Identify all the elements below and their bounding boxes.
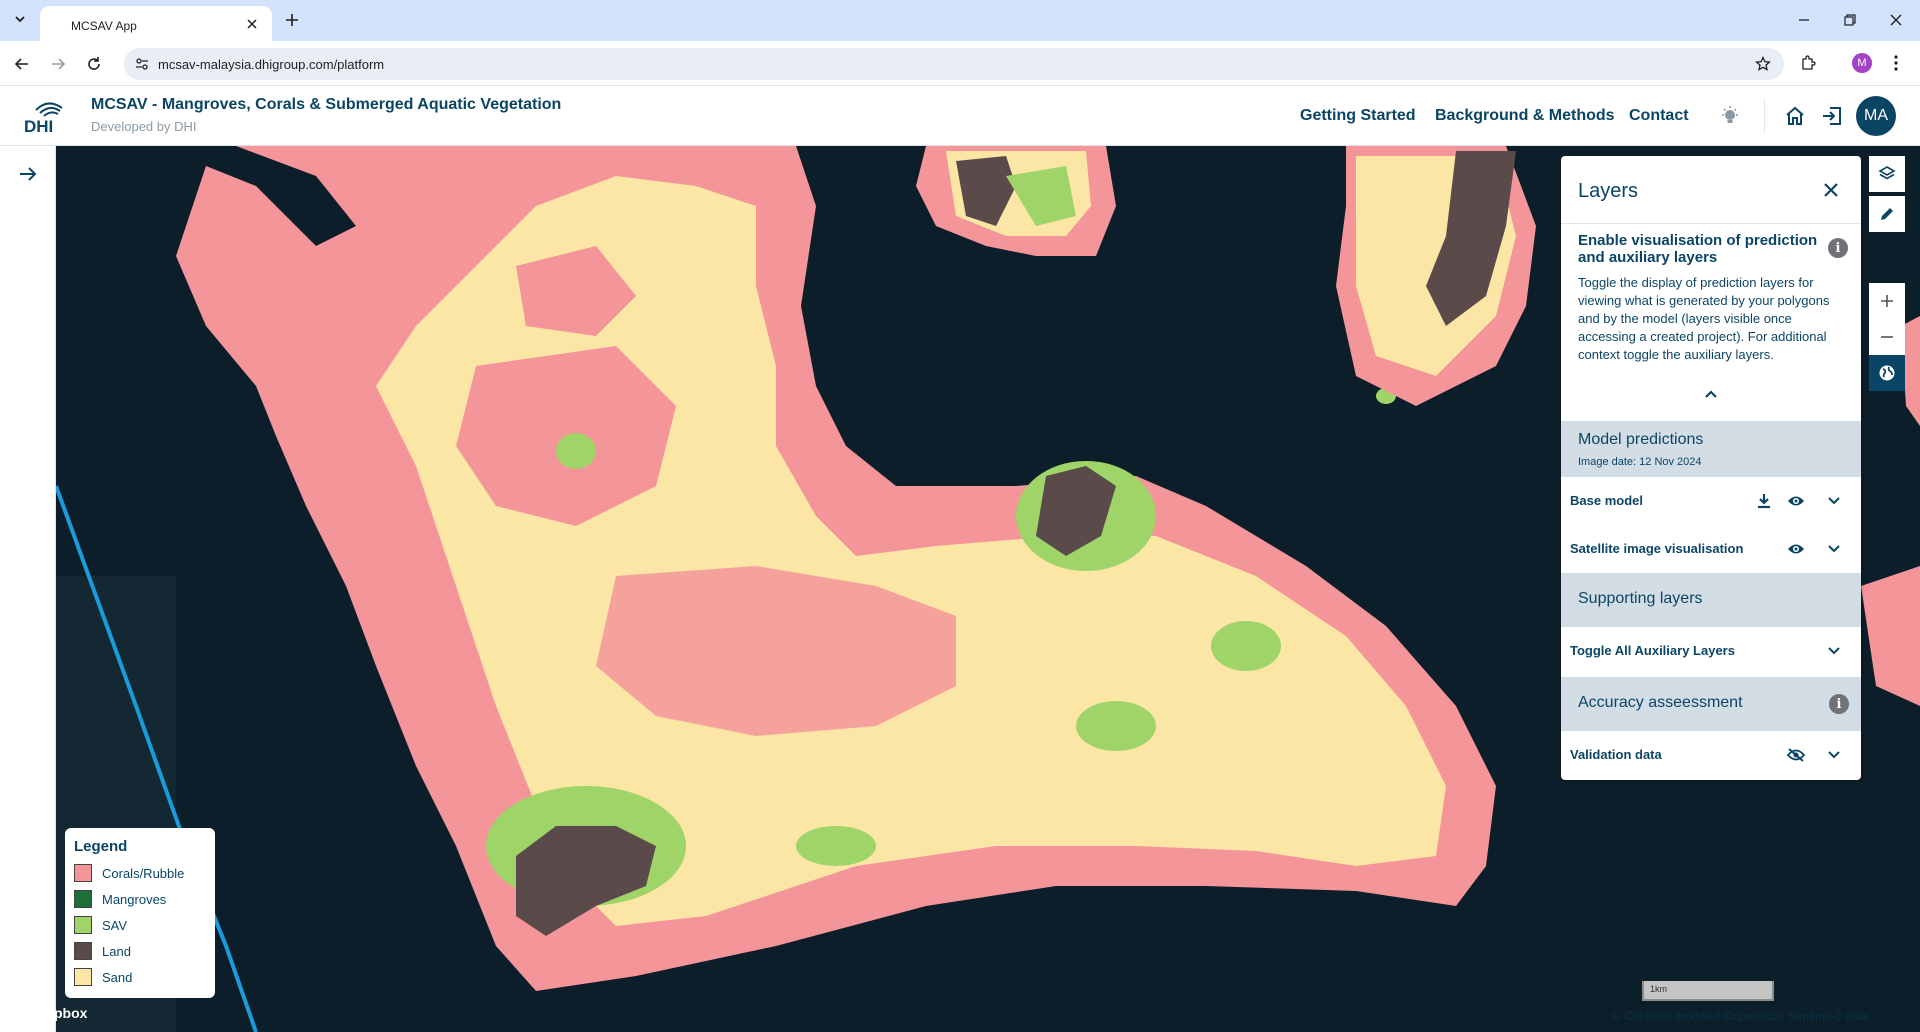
- browser-tab[interactable]: MCSAV App: [40, 6, 272, 41]
- app-subtitle: Developed by DHI: [91, 119, 197, 134]
- section-title: Accuracy asseessment: [1578, 694, 1743, 711]
- legend-item-land: Land: [74, 938, 206, 964]
- nav-getting-started[interactable]: Getting Started: [1300, 107, 1416, 125]
- layer-label: Validation data: [1570, 747, 1662, 762]
- back-icon[interactable]: [11, 53, 33, 75]
- download-icon[interactable]: [1753, 490, 1775, 512]
- layer-row-satellite: Satellite image visualisation: [1561, 525, 1861, 573]
- tab-search-icon[interactable]: [9, 8, 31, 30]
- legend-label: SAV: [102, 917, 128, 933]
- dhi-logo[interactable]: DHI: [22, 100, 78, 136]
- zoom-in-icon[interactable]: [1869, 283, 1905, 319]
- layer-row-validation: Validation data: [1561, 731, 1861, 779]
- legend-item-sand: Sand: [74, 964, 206, 990]
- theme-toggle-icon[interactable]: [1718, 104, 1742, 128]
- layer-label: Toggle All Auxiliary Layers: [1570, 643, 1735, 658]
- close-window-icon[interactable]: [1886, 10, 1906, 30]
- scale-label: 1km: [1650, 984, 1668, 994]
- mapbox-logo[interactable]: pbox: [54, 1005, 87, 1021]
- expand-sidebar-arrow-icon[interactable]: [16, 162, 40, 186]
- header-divider: [1764, 98, 1765, 134]
- close-icon[interactable]: [1819, 178, 1843, 202]
- logout-icon[interactable]: [1820, 104, 1844, 128]
- home-icon[interactable]: [1783, 104, 1807, 128]
- info-heading: Enable visualisation of prediction and a…: [1578, 232, 1818, 266]
- new-tab-icon[interactable]: [282, 10, 302, 30]
- legend-label: Corals/Rubble: [102, 865, 185, 881]
- side-panel-strip: [0, 146, 56, 1032]
- site-settings-icon[interactable]: [134, 56, 150, 72]
- nav-contact[interactable]: Contact: [1629, 107, 1689, 125]
- legend-title: Legend: [74, 838, 128, 855]
- chevron-down-icon[interactable]: [1823, 538, 1845, 560]
- layer-label: Base model: [1570, 493, 1643, 508]
- image-date: Image date: 12 Nov 2024: [1578, 456, 1702, 468]
- legend-item-sav: SAV: [74, 912, 206, 938]
- legend-label: Mangroves: [102, 891, 167, 907]
- zoom-out-icon[interactable]: [1869, 319, 1905, 355]
- supporting-layers-section: Supporting layers: [1561, 573, 1861, 627]
- legend-item-mangroves: Mangroves: [74, 886, 206, 912]
- globe-icon[interactable]: [1869, 355, 1905, 391]
- minimize-icon[interactable]: [1794, 10, 1814, 30]
- section-title: Supporting layers: [1578, 590, 1703, 607]
- layer-row-base-model: Base model: [1561, 477, 1861, 525]
- eye-icon[interactable]: [1785, 538, 1807, 560]
- accuracy-assessment-section: Accuracy asseessment i: [1561, 677, 1861, 731]
- browser-menu-icon[interactable]: [1888, 53, 1904, 73]
- draw-pencil-icon[interactable]: [1869, 196, 1905, 232]
- legend-label: Sand: [102, 969, 133, 985]
- user-avatar[interactable]: MA: [1856, 96, 1896, 136]
- chevron-up-icon[interactable]: [1699, 382, 1723, 406]
- chevron-down-icon[interactable]: [1823, 744, 1845, 766]
- layers-panel-title: Layers: [1578, 180, 1639, 202]
- map-scale-bar: 1km: [1642, 981, 1774, 1001]
- layers-info-block: Enable visualisation of prediction and a…: [1578, 232, 1848, 364]
- address-bar[interactable]: mcsav-malaysia.dhigroup.com/platform: [124, 48, 1784, 80]
- browser-tab-bar: MCSAV App: [0, 0, 1920, 41]
- extensions-icon[interactable]: [1798, 53, 1818, 73]
- legend-label: Land: [102, 943, 131, 959]
- map-legend: Legend Corals/Rubble Mangroves SAV Land …: [65, 828, 215, 998]
- legend-item-corals: Corals/Rubble: [74, 860, 206, 886]
- chevron-down-icon[interactable]: [1823, 490, 1845, 512]
- section-title: Model predictions: [1578, 431, 1704, 448]
- layers-panel-header: Layers: [1561, 156, 1861, 224]
- eye-off-icon[interactable]: [1785, 744, 1807, 766]
- tab-title: MCSAV App: [71, 19, 137, 33]
- browser-toolbar: mcsav-malaysia.dhigroup.com/platform: [0, 41, 1920, 86]
- bookmark-star-icon[interactable]: [1754, 55, 1772, 73]
- eye-icon[interactable]: [1785, 490, 1807, 512]
- layer-label: Satellite image visualisation: [1570, 541, 1744, 556]
- url-text: mcsav-malaysia.dhigroup.com/platform: [158, 57, 385, 72]
- app-header: DHI MCSAV - Mangroves, Corals & Submerge…: [0, 86, 1920, 146]
- reload-icon[interactable]: [83, 53, 105, 75]
- info-icon[interactable]: i: [1828, 238, 1848, 258]
- restore-icon[interactable]: [1840, 10, 1860, 30]
- legend-swatch: [74, 942, 92, 960]
- layers-panel: Layers Enable visualisation of predictio…: [1561, 156, 1861, 780]
- nav-background-methods[interactable]: Background & Methods: [1435, 107, 1615, 125]
- layers-stack-icon[interactable]: [1869, 156, 1905, 192]
- chevron-down-icon[interactable]: [1823, 640, 1845, 662]
- browser-profile-avatar[interactable]: M: [1852, 53, 1872, 73]
- legend-swatch: [74, 890, 92, 908]
- map-attribution: © Contains modified Copernicus Sentinel-…: [1612, 1009, 1869, 1023]
- layer-row-toggle-auxiliary[interactable]: Toggle All Auxiliary Layers: [1561, 627, 1861, 677]
- model-predictions-section: Model predictions Image date: 12 Nov 202…: [1561, 421, 1861, 477]
- tab-close-icon[interactable]: [244, 16, 260, 32]
- legend-swatch: [74, 916, 92, 934]
- info-text: Toggle the display of prediction layers …: [1578, 275, 1830, 362]
- info-icon[interactable]: i: [1829, 694, 1849, 714]
- legend-swatch: [74, 968, 92, 986]
- forward-icon[interactable]: [47, 53, 69, 75]
- svg-text:DHI: DHI: [24, 117, 53, 134]
- legend-swatch: [74, 864, 92, 882]
- app-title: MCSAV - Mangroves, Corals & Submerged Aq…: [91, 96, 562, 113]
